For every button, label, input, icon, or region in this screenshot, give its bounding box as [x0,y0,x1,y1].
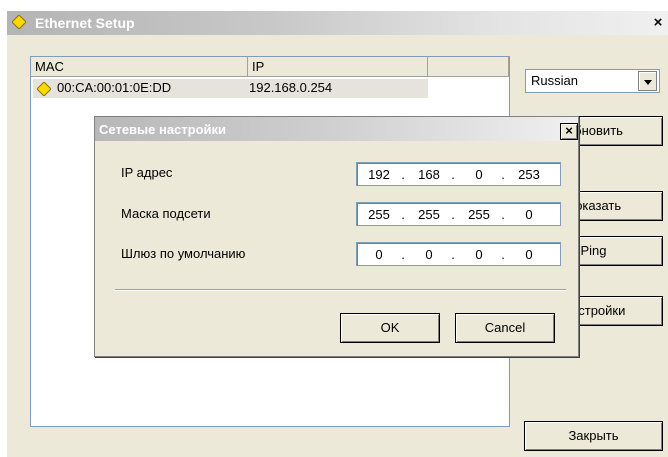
ip-address-field[interactable]: 192 . 168 . 0 . 253 [356,162,561,186]
language-select[interactable]: Russian [525,69,660,93]
octet-separator: . [501,207,505,222]
chevron-down-icon[interactable] [638,71,657,91]
column-header-ip[interactable]: IP [248,57,428,77]
dialog-divider [115,289,566,291]
ip-octet-2[interactable]: 168 [412,167,446,182]
mask-octet-2[interactable]: 255 [412,207,446,222]
row-mac-value: 00:CA:00:01:0E:DD [57,80,172,95]
gateway-octet-4[interactable]: 0 [512,247,546,262]
row-ip-value: 192.168.0.254 [249,80,333,95]
ok-button[interactable]: OK [340,313,440,343]
octet-separator: . [451,167,455,182]
column-header-empty[interactable] [428,57,509,77]
ip-octet-3[interactable]: 0 [462,167,496,182]
mask-octet-1[interactable]: 255 [362,207,396,222]
diamond-icon [37,82,51,96]
gateway-octet-1[interactable]: 0 [362,247,396,262]
dialog-titlebar[interactable]: Сетевые настройки × [95,117,578,141]
language-select-value: Russian [531,73,578,88]
subnet-mask-field[interactable]: 255 . 255 . 255 . 0 [356,202,561,226]
close-button[interactable]: Закрыть [524,421,663,451]
network-settings-dialog: Сетевые настройки × IP адрес 192 . 168 .… [94,116,579,357]
gateway-octet-2[interactable]: 0 [412,247,446,262]
octet-separator: . [451,207,455,222]
mask-octet-4[interactable]: 0 [512,207,546,222]
gateway-field[interactable]: 0 . 0 . 0 . 0 [356,242,561,266]
octet-separator: . [501,247,505,262]
ip-octet-1[interactable]: 192 [362,167,396,182]
dialog-close-button[interactable]: × [560,123,578,140]
octet-separator: . [401,207,405,222]
ip-octet-4[interactable]: 253 [512,167,546,182]
subnet-mask-label: Маска подсети [121,206,211,221]
octet-separator: . [501,167,505,182]
diamond-icon [12,15,26,29]
gateway-label: Шлюз по умолчанию [121,246,246,261]
window-title: Ethernet Setup [35,15,135,31]
window-close-button[interactable]: × [649,15,667,31]
ip-address-label: IP адрес [121,165,173,180]
octet-separator: . [401,167,405,182]
column-header-mac[interactable]: MAC [31,57,248,77]
mask-octet-3[interactable]: 255 [462,207,496,222]
octet-separator: . [451,247,455,262]
cancel-button[interactable]: Cancel [455,313,555,343]
list-row[interactable]: 00:CA:00:01:0E:DD 192.168.0.254 [33,79,428,98]
window-titlebar[interactable]: Ethernet Setup × [7,11,668,35]
dialog-title: Сетевые настройки [99,122,227,137]
octet-separator: . [401,247,405,262]
gateway-octet-3[interactable]: 0 [462,247,496,262]
